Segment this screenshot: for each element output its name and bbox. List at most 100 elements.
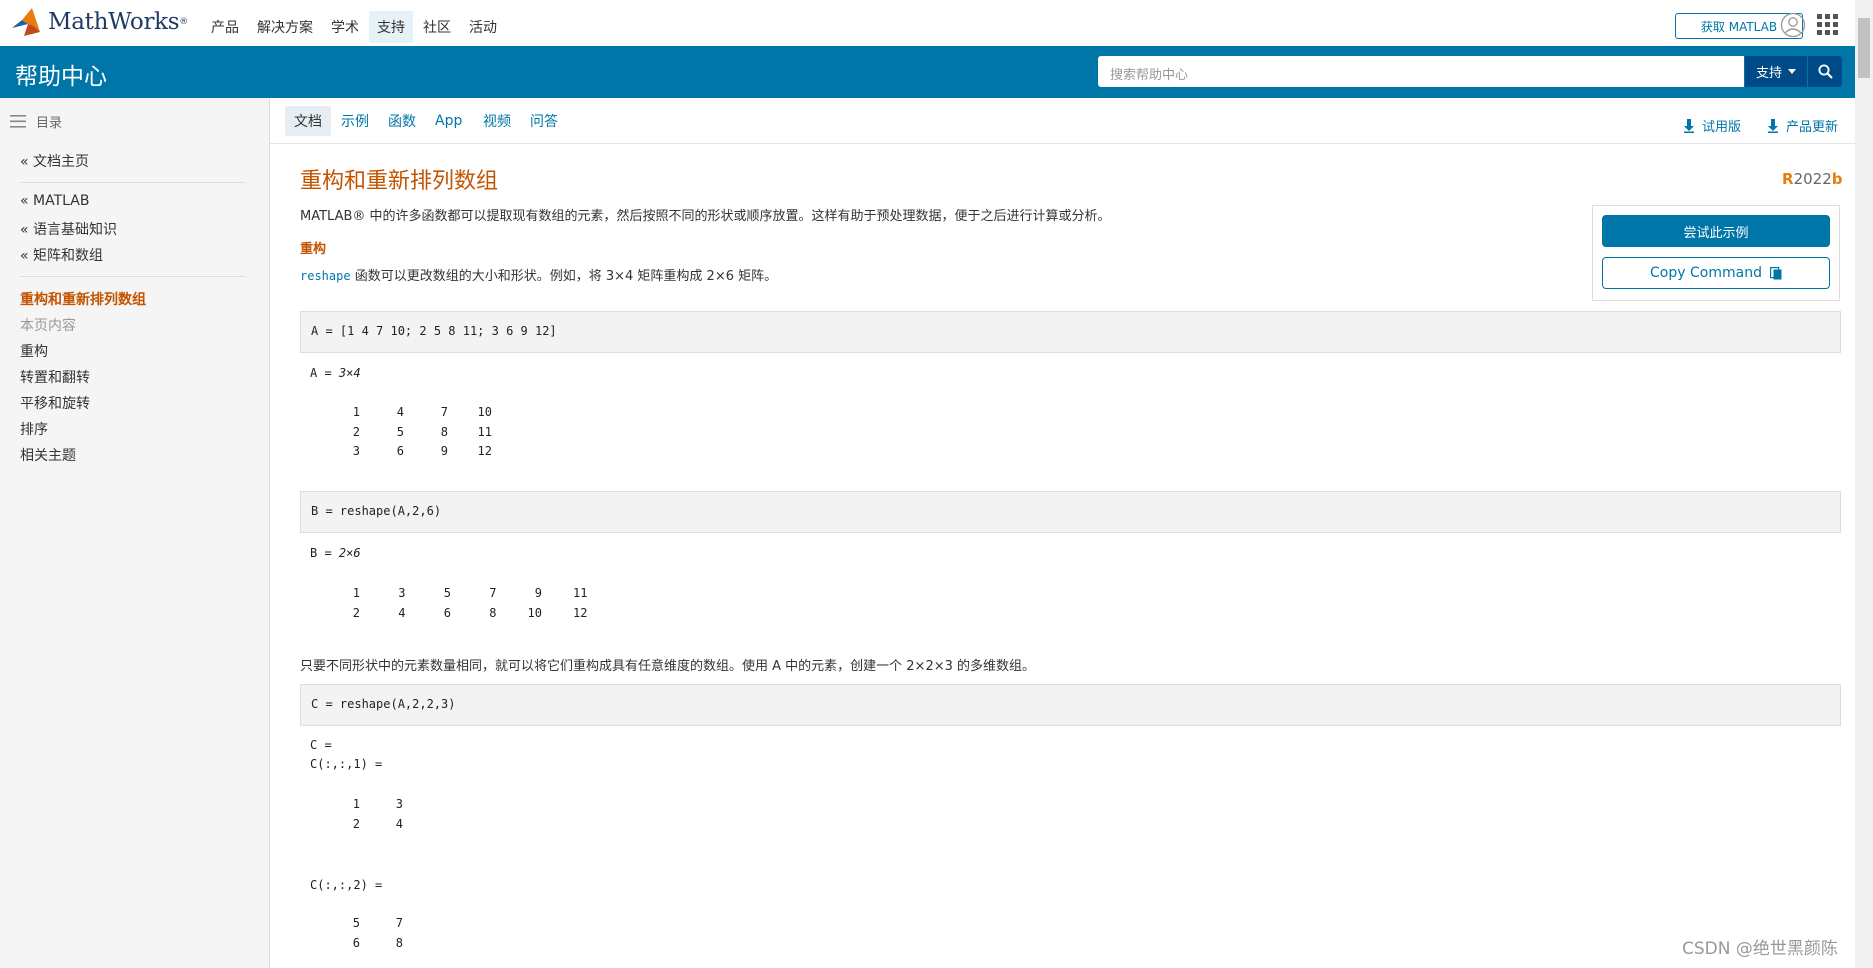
- matrix-cell: 7: [440, 405, 448, 419]
- matrix-cell: 1: [352, 797, 360, 811]
- matrix-cell: 3: [398, 586, 406, 600]
- code-block-c[interactable]: C = reshape(A,2,2,3): [300, 684, 1841, 726]
- top-nav: 产品 解决方案 学术 支持 社区 活动: [203, 11, 507, 43]
- sidebar-divider: [20, 182, 245, 183]
- sidebar-crumb-matrices[interactable]: « 矩阵和数组: [20, 245, 103, 265]
- matrix-cell: 3: [352, 444, 360, 458]
- sidebar-section-shift[interactable]: 平移和旋转: [20, 393, 90, 413]
- reshape-function-link[interactable]: reshape: [300, 269, 351, 283]
- topnav-academia[interactable]: 学术: [323, 11, 367, 43]
- toc-toggle[interactable]: 目录: [10, 112, 62, 131]
- matrix-cell: 11: [573, 586, 588, 600]
- matrix-cell: 2: [352, 816, 360, 831]
- search-icon: [1818, 64, 1833, 79]
- tab-videos[interactable]: 视频: [474, 106, 520, 136]
- mathworks-logo[interactable]: MathWorks ®: [10, 6, 188, 38]
- topnav-solutions[interactable]: 解决方案: [249, 11, 321, 43]
- download-icon: [1768, 118, 1778, 133]
- tab-examples[interactable]: 示例: [332, 106, 378, 136]
- sidebar-section-transpose[interactable]: 转置和翻转: [20, 367, 90, 387]
- matrix-cell: 4: [396, 405, 404, 419]
- topnav-support[interactable]: 支持: [369, 11, 413, 43]
- help-center-title[interactable]: 帮助中心: [15, 57, 107, 91]
- matrix-cell: 8: [440, 424, 448, 439]
- matrix-cell: 1: [352, 586, 360, 600]
- matrix-cell: 7: [395, 916, 403, 930]
- hamburger-menu-icon: [10, 115, 26, 128]
- sidebar-section-reshape[interactable]: 重构: [20, 341, 48, 361]
- tab-documentation[interactable]: 文档: [285, 106, 331, 136]
- output-a-label: A = 3×4: [310, 366, 361, 380]
- output-b-name: B =: [310, 546, 339, 560]
- matrix-cell: 1: [352, 405, 360, 419]
- matrix-cell: 11: [477, 424, 492, 439]
- code-block-a[interactable]: A = [1 4 7 10; 2 5 8 11; 3 6 9 12]: [300, 311, 1841, 353]
- output-a-name: A =: [310, 366, 339, 380]
- copy-command-label: Copy Command: [1650, 265, 1762, 281]
- matrix-cell: 10: [477, 405, 492, 419]
- matrix-cell: 2: [352, 424, 360, 439]
- topnav-events[interactable]: 活动: [461, 11, 505, 43]
- topnav-community[interactable]: 社区: [415, 11, 459, 43]
- copy-icon: [1769, 266, 1782, 279]
- sidebar-crumb-matlab[interactable]: « MATLAB: [20, 193, 89, 209]
- release-badge: R2022b: [1782, 170, 1843, 188]
- matrix-cell: 9: [440, 444, 448, 458]
- search-scope-dropdown[interactable]: 支持: [1745, 56, 1807, 87]
- search-scope-label: 支持: [1755, 66, 1782, 81]
- matrix-cell: 7: [489, 586, 497, 600]
- toc-label: 目录: [36, 116, 63, 131]
- matrix-cell: 9: [534, 586, 542, 600]
- release-suffix: b: [1831, 170, 1843, 188]
- output-c-label: C =: [310, 738, 332, 752]
- output-c-page2-label: C(:,:,2) =: [310, 878, 383, 892]
- scrollbar-thumb[interactable]: [1858, 18, 1870, 78]
- download-icon: [1684, 118, 1694, 133]
- tab-answers[interactable]: 问答: [521, 106, 567, 136]
- copy-command-button[interactable]: Copy Command: [1602, 257, 1830, 289]
- sidebar-current-page: 重构和重新排列数组: [20, 292, 146, 308]
- matrix-cell: 8: [489, 605, 497, 620]
- matrix-cell: 5: [443, 586, 451, 600]
- output-a-size: 3×4: [338, 366, 361, 380]
- reshape-description: reshape 函数可以更改数组的大小和形状。例如，将 3×4 矩阵重构成 2×…: [300, 265, 777, 284]
- tab-apps[interactable]: App: [426, 106, 471, 136]
- output-b-label: B = 2×6: [310, 546, 361, 560]
- code-block-b[interactable]: B = reshape(A,2,6): [300, 491, 1841, 533]
- user-account-icon[interactable]: [1780, 12, 1806, 38]
- matrix-cell: 2: [352, 605, 360, 620]
- sidebar-on-this-page: 本页内容: [20, 318, 76, 334]
- matrix-cell: 5: [396, 424, 404, 439]
- matrix-cell: 6: [396, 444, 404, 458]
- matrix-cell: 12: [477, 444, 492, 458]
- trial-link[interactable]: 试用版: [1684, 116, 1741, 135]
- matrix-cell: 5: [352, 916, 360, 930]
- csdn-watermark: CSDN @绝世黑颜陈: [1682, 939, 1838, 959]
- chevron-down-icon: [1788, 69, 1796, 74]
- section-heading-reshape: 重构: [300, 242, 327, 257]
- matrix-cell: 4: [395, 816, 403, 831]
- page-title: 重构和重新排列数组: [300, 169, 499, 194]
- topnav-products[interactable]: 产品: [203, 11, 247, 43]
- matrix-cell: 12: [573, 605, 588, 620]
- sidebar-crumb-language[interactable]: « 语言基础知识: [20, 219, 117, 239]
- search-input[interactable]: 搜索帮助中心: [1098, 56, 1744, 87]
- tab-functions[interactable]: 函数: [379, 106, 425, 136]
- sidebar-section-sort[interactable]: 排序: [20, 419, 48, 439]
- matrix-cell: 6: [352, 935, 360, 950]
- output-b-size: 2×6: [338, 546, 361, 560]
- try-example-button[interactable]: 尝试此示例: [1602, 215, 1830, 247]
- search-button[interactable]: [1808, 56, 1842, 87]
- app-grid-icon[interactable]: [1817, 14, 1839, 36]
- trial-label: 试用版: [1702, 120, 1742, 135]
- matrix-cell: 10: [527, 605, 542, 620]
- top-bar: MathWorks ® 产品 解决方案 学术 支持 社区 活动 获取 MATLA…: [0, 0, 1855, 46]
- sidebar-doc-home[interactable]: « 文档主页: [20, 151, 89, 171]
- sidebar-section-related[interactable]: 相关主题: [20, 445, 76, 465]
- page-scrollbar[interactable]: [1855, 0, 1873, 968]
- paragraph-multidim: 只要不同形状中的元素数量相同，就可以将它们重构成具有任意维度的数组。使用 A 中…: [300, 659, 1036, 674]
- release-prefix: R: [1782, 170, 1794, 188]
- product-updates-link[interactable]: 产品更新: [1768, 116, 1838, 135]
- help-center-header: 帮助中心 搜索帮助中心 支持: [0, 46, 1855, 98]
- try-example-panel: 尝试此示例 Copy Command: [1592, 205, 1840, 301]
